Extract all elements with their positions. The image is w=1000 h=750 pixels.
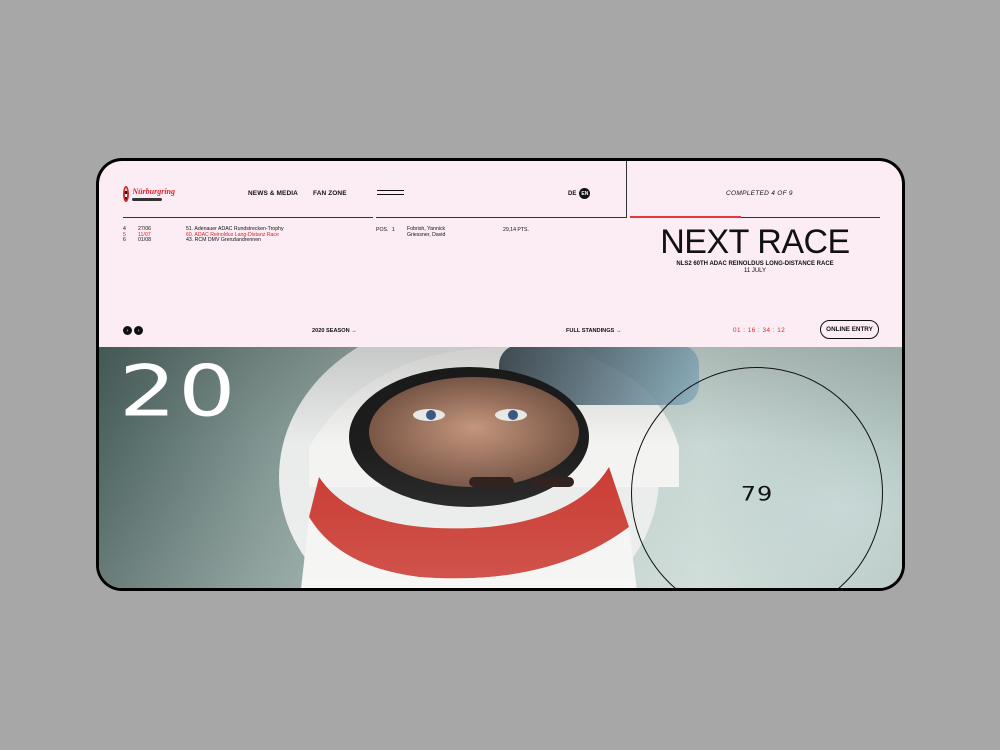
season-year-display: 20 [119, 350, 238, 433]
hamburger-menu-icon[interactable] [377, 190, 404, 198]
lang-de[interactable]: DE [568, 191, 576, 197]
logo-text: Nürburgring [132, 186, 175, 196]
season-progress-bar [630, 216, 741, 218]
chevron-left-icon[interactable]: ‹ [123, 326, 132, 335]
position-value: 1 [392, 227, 395, 233]
race-countdown: 01 : 16 : 34 : 12 [733, 327, 786, 334]
device-frame: Nürburgring NEWS & MEDIA FAN ZONE DE EN … [96, 158, 905, 591]
divider-races [123, 217, 373, 218]
race-row[interactable]: 6 01/08 43. RCM DMV Grenzlandrennen [123, 238, 284, 244]
next-race-date: 11 JULY [743, 268, 767, 274]
season-link[interactable]: 2020 SEASON → [312, 328, 357, 334]
points-value: 29,14 PTS. [503, 227, 529, 233]
next-race-name: NLS2 60TH ADAC REINOLDUS LONG-DISTANCE R… [676, 261, 834, 267]
car-number: 79 [740, 482, 774, 506]
app-screen: Nürburgring NEWS & MEDIA FAN ZONE DE EN … [99, 161, 902, 588]
race-calendar: 4 27/06 51. Adenauer ADAC Rundstrecken-T… [123, 226, 284, 244]
chevron-right-icon[interactable]: › [134, 326, 143, 335]
lang-en[interactable]: EN [579, 188, 591, 199]
driver-names: Fobrish, Yannick Griessner, David [407, 226, 446, 238]
full-standings-link[interactable]: FULL STANDINGS → [566, 328, 621, 334]
divider-standings [376, 217, 626, 218]
carousel-arrows: ‹ › [123, 326, 143, 335]
checkered-flag-icon [123, 186, 130, 202]
next-race-title: NEXT RACE [660, 223, 850, 261]
brand-logo[interactable]: Nürburgring [123, 183, 175, 205]
nav-news-media[interactable]: NEWS & MEDIA [248, 190, 298, 197]
online-entry-button[interactable]: ONLINE ENTRY [820, 320, 879, 339]
nav-fan-zone[interactable]: FAN ZONE [313, 190, 347, 197]
hero-driver-photo: 20 79 [99, 347, 902, 588]
season-progress-label: COMPLETED 4 OF 9 [726, 190, 793, 197]
language-switcher[interactable]: DE EN [568, 188, 591, 199]
position-label: POS. [376, 227, 389, 233]
header-divider [626, 161, 627, 218]
